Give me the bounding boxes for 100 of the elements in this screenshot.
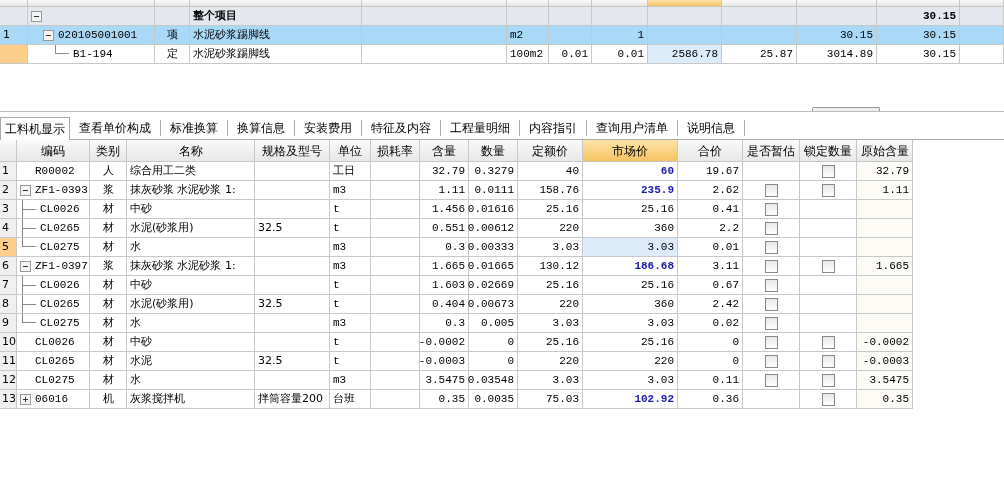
column-header[interactable]: 编码 [17,140,90,162]
row-number: 1 [0,162,17,181]
table-cell [507,7,549,26]
column-header[interactable]: 合价 [678,140,743,162]
table-cell: 水泥(砂浆用) [127,295,255,314]
checkbox[interactable] [821,373,835,387]
plus-box-icon[interactable] [20,393,31,405]
table-cell: 1.11 [420,181,469,200]
table-cell: 75.03 [518,390,583,409]
tab[interactable]: 内容指引 [520,120,587,136]
table-cell: 1.11 [857,181,913,200]
table-cell: t [330,200,371,219]
splitter-handle[interactable] [812,107,880,111]
table-cell: 32.5 [255,295,330,314]
checkbox[interactable] [764,373,778,387]
checkbox[interactable] [764,297,778,311]
checkbox[interactable] [764,221,778,235]
column-header[interactable]: 损耗率 [371,140,420,162]
column-header[interactable]: 类别 [90,140,127,162]
column-header[interactable]: 定额价 [518,140,583,162]
table-cell: 中砂 [127,276,255,295]
checkbox[interactable] [821,183,835,197]
tab[interactable]: 工程量明细 [441,120,520,136]
checkbox[interactable] [821,335,835,349]
column-header[interactable]: 原始含量 [857,140,913,162]
table-cell: 1.665 [420,257,469,276]
table-cell: 60 [583,162,678,181]
table-cell: 3.03 [583,238,678,257]
table-cell [857,238,913,257]
table-cell: 0.02669 [469,276,518,295]
checkbox[interactable] [764,202,778,216]
table-cell: 40 [518,162,583,181]
table-cell: -0.0003 [857,352,913,371]
table-cell: 水泥(砂浆用) [127,219,255,238]
minus-box-icon[interactable] [20,260,31,272]
table-cell: 130.12 [518,257,583,276]
column-header[interactable]: 规格及型号 [255,140,330,162]
table-cell: 水泥砂浆踢脚线 [190,45,362,64]
minus-box-icon[interactable] [31,10,42,22]
table-cell: m3 [330,371,371,390]
table-cell: 材 [90,295,127,314]
table-cell: 0.404 [420,295,469,314]
checkbox[interactable] [764,259,778,273]
row-number: 9 [0,314,17,333]
table-cell: -0.0003 [420,352,469,371]
resource-code: CL0275 [40,240,80,255]
table-cell: 0.00673 [469,295,518,314]
column-header[interactable]: 是否暂估 [743,140,800,162]
column-header[interactable]: 单位 [330,140,371,162]
column-header[interactable]: 含量 [420,140,469,162]
table-cell: 0.01 [678,238,743,257]
column-header[interactable]: 市场价 [583,140,678,162]
checkbox[interactable] [764,354,778,368]
table-cell: 100m2 [507,45,549,64]
table-cell: 材 [90,219,127,238]
column-header[interactable]: 数量 [469,140,518,162]
column-header[interactable]: 名称 [127,140,255,162]
resource-code: CL0275 [35,373,75,388]
tab[interactable]: 换算信息 [228,120,295,136]
table-cell: t [330,352,371,371]
resource-code: CL0275 [40,316,80,331]
column-header[interactable]: 锁定数量 [800,140,857,162]
table-cell: 材 [90,200,127,219]
table-cell: 32.79 [857,162,913,181]
tab[interactable]: 安装费用 [295,120,362,136]
table-cell: 0 [678,352,743,371]
table-cell: 25.16 [518,276,583,295]
checkbox[interactable] [764,240,778,254]
row-number: 5 [0,238,17,257]
table-cell: 32.5 [255,352,330,371]
tree-line [55,45,69,54]
checkbox[interactable] [821,259,835,273]
item-code: B1-194 [73,47,113,62]
tab[interactable]: 工料机显示 [0,117,70,140]
checkbox[interactable] [821,164,835,178]
table-cell: 中砂 [127,333,255,352]
table-cell: 拌筒容量200 [255,390,330,409]
checkbox[interactable] [764,316,778,330]
tab[interactable]: 说明信息 [678,120,745,136]
checkbox[interactable] [821,392,835,406]
tab[interactable]: 查询用户清单 [587,120,678,136]
minus-box-icon[interactable] [20,184,31,196]
checkbox[interactable] [821,354,835,368]
tab[interactable]: 查看单价构成 [70,120,161,136]
minus-box-icon[interactable] [43,29,54,41]
table-cell: 30.15 [877,26,960,45]
tab[interactable]: 特征及内容 [362,120,441,136]
tab[interactable]: 标准换算 [161,120,228,136]
checkbox[interactable] [764,278,778,292]
table-cell: 3.03 [518,314,583,333]
table-cell: t [330,276,371,295]
checkbox[interactable] [764,335,778,349]
checkbox[interactable] [764,183,778,197]
table-cell [371,276,420,295]
table-cell: 材 [90,314,127,333]
table-cell: 2.42 [678,295,743,314]
table-cell: 机 [90,390,127,409]
table-cell: 0.11 [678,371,743,390]
table-cell: 3.03 [518,371,583,390]
table-cell: 1.456 [420,200,469,219]
